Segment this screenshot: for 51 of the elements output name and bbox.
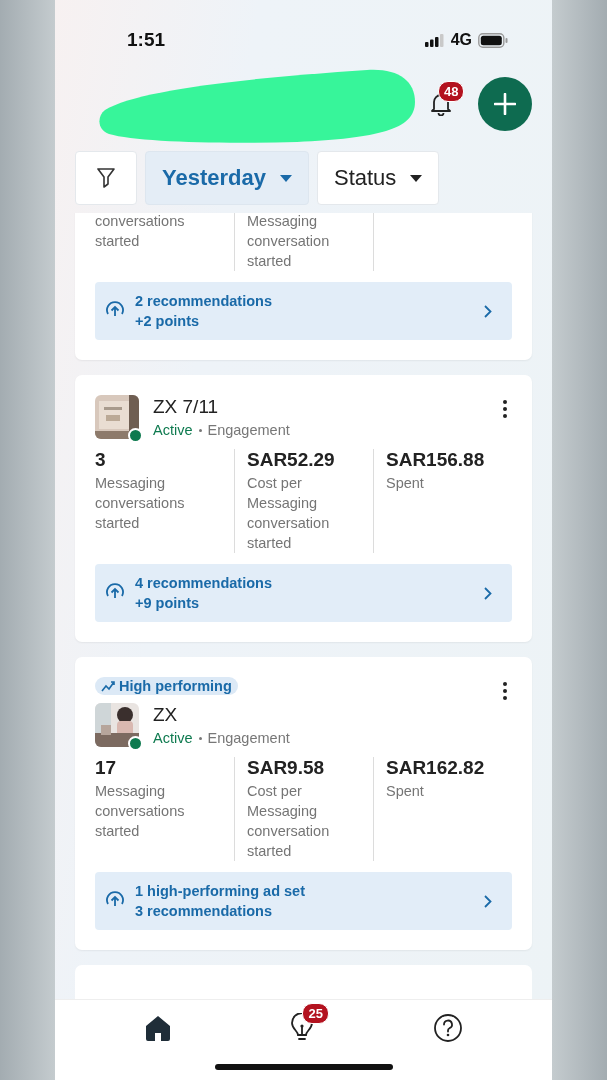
ad-card[interactable]: conversations started Messaging conversation started 2 recommendations +2 points [75, 213, 532, 360]
chevron-right-icon [484, 304, 492, 318]
metric-value: 17 [95, 757, 118, 779]
signal-icon [424, 33, 445, 47]
trend-icon [101, 680, 115, 692]
metric-label: Cost per Messaging conversation started [247, 782, 331, 861]
performance-badge: High performing [95, 677, 238, 695]
campaign-name[interactable]: ZX 7/11 [153, 396, 290, 418]
filter-dropdown[interactable]: Status [316, 151, 440, 205]
notification-badge: 48 [438, 81, 465, 102]
metric-value: SAR162.82 [386, 757, 486, 779]
home-icon[interactable] [144, 1014, 173, 1042]
filter-dropdown[interactable]: Yesterday [145, 151, 309, 205]
filter-icon [97, 168, 115, 188]
objective-label: Engagement [207, 730, 290, 746]
ad-card[interactable]: ZX 7/11 Active Engagement 3 Messaging conversations started SAR52.29 Cost per Messaging conversation started SAR156.88 Spent 4 recommendations +9 points [75, 375, 532, 642]
metric-label: conversations started [95, 213, 186, 251]
metric-value: SAR9.58 [247, 757, 326, 779]
metric-label: Messaging conversation started [247, 213, 331, 271]
plus-icon [494, 93, 516, 115]
metric-label: Cost per Messaging conversation started [247, 474, 331, 553]
objective-label: Engagement [207, 422, 290, 438]
metric-value: 3 [95, 449, 107, 471]
recommendation-banner[interactable]: 2 recommendations +2 points [95, 282, 512, 340]
metric-value: SAR52.29 [247, 449, 336, 471]
clock-time: 1:51 [127, 29, 167, 51]
metric-label: Messaging conversations started [95, 782, 186, 841]
create-button[interactable] [478, 77, 532, 131]
ad-card[interactable]: High performing ZX Active Engagement 17 Messaging conversations started SAR9.58 Cost per Messaging conversation started SAR162.82 Spent 1 high-performing ad set 3 recommendations [75, 657, 532, 950]
metric-value: SAR156.88 [386, 449, 486, 471]
caret-icon [279, 174, 292, 182]
chevron-right-icon [484, 894, 492, 908]
battery-icon [478, 32, 508, 48]
more-icon[interactable] [502, 399, 508, 419]
network-label: 4G [450, 31, 472, 49]
campaign-name[interactable]: ZX [153, 704, 290, 726]
status-label: Active [153, 730, 193, 746]
more-icon[interactable] [502, 681, 508, 701]
separator-dot [198, 428, 202, 432]
metric-label: Spent [386, 782, 425, 801]
separator-dot [198, 736, 202, 740]
recommendation-banner[interactable]: 1 high-performing ad set 3 recommendations [95, 872, 512, 930]
status-label: Active [153, 422, 193, 438]
caret-icon [410, 174, 423, 182]
filter-button[interactable] [75, 151, 137, 205]
help-icon[interactable] [432, 1013, 463, 1043]
recommendation-banner[interactable]: 4 recommendations +9 points [95, 564, 512, 622]
chevron-right-icon [484, 586, 492, 600]
notification-badge: 25 [302, 1003, 329, 1024]
metric-label: Messaging conversations started [95, 474, 186, 533]
metric-label: Spent [386, 474, 425, 493]
